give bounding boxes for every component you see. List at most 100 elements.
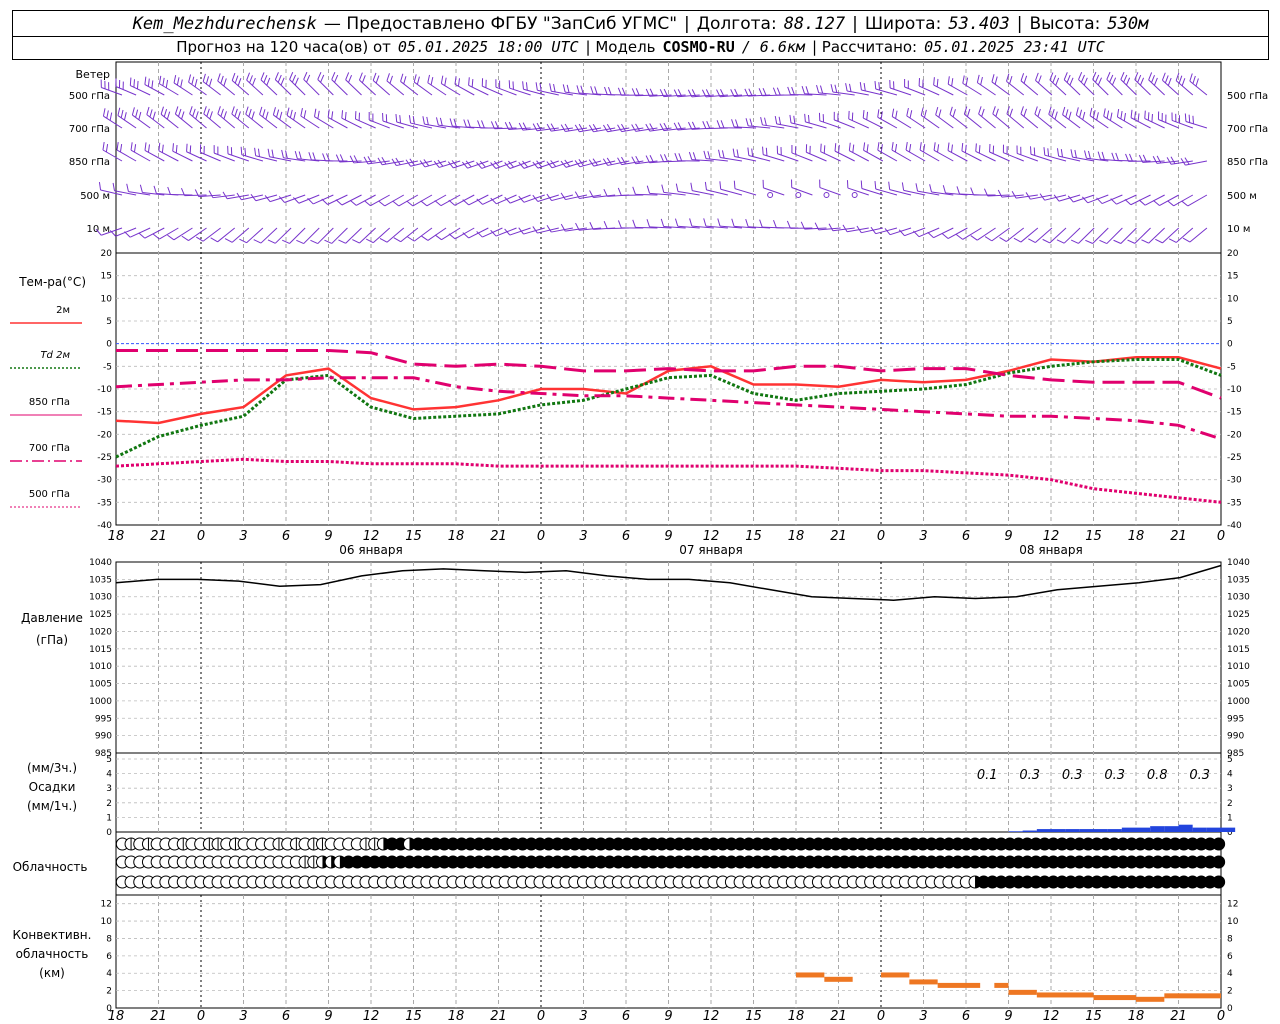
- wind-barb-feather: [400, 73, 404, 82]
- wind-barb-feather: [675, 183, 679, 192]
- wind-barb-feather: [1042, 238, 1051, 244]
- wind-barb-feather: [1099, 239, 1108, 245]
- wind-barb-feather: [263, 74, 268, 83]
- wind-barb-feather: [1181, 200, 1189, 207]
- wind-barb-feather: [603, 221, 608, 229]
- wind-barb-feather: [440, 75, 444, 84]
- wind-barb-feather: [434, 234, 442, 241]
- precip-bar: [1121, 827, 1136, 832]
- pressure-ytick-left: 1010: [89, 662, 112, 672]
- wind-barb-feather: [952, 109, 956, 118]
- pressure-title: Давление: [21, 611, 83, 625]
- wind-barb-shaft: [1062, 114, 1081, 129]
- precip-bar: [1022, 830, 1037, 832]
- wind-barb-feather: [834, 143, 837, 152]
- wind-barb-feather: [272, 107, 276, 116]
- wind-barb-feather: [1113, 239, 1122, 244]
- wind-barb-feather: [1009, 76, 1013, 84]
- hour-tick-mid: 18: [1128, 529, 1145, 544]
- wind-barb-feather: [344, 111, 347, 121]
- wind-barb-feather: [976, 74, 980, 83]
- pressure-ytick-right: 995: [1227, 714, 1244, 724]
- wind-barb-shaft: [202, 227, 221, 242]
- wind-barb-feather: [348, 74, 353, 83]
- wind-barb-feather: [1124, 198, 1132, 206]
- wind-barb-feather: [267, 148, 270, 157]
- pressure-ytick-left: 1025: [89, 610, 112, 620]
- hour-tick-mid: 0: [1217, 529, 1225, 544]
- hour-tick-bottom: 0: [197, 1009, 205, 1024]
- wind-barb-feather: [919, 142, 922, 151]
- wind-barb-feather: [408, 115, 412, 124]
- wind-barb-feather: [819, 85, 824, 94]
- wind-barb-feather: [1106, 110, 1110, 119]
- wind-barb-feather: [217, 73, 221, 82]
- convective-segment: [1008, 989, 1037, 995]
- wind-barb-feather: [590, 86, 594, 95]
- conv-title: облачность: [16, 947, 89, 961]
- wind-barb-feather: [966, 108, 971, 117]
- wind-barb-feather: [866, 111, 869, 120]
- wind-barb-feather: [252, 77, 256, 86]
- wind-barb-feather: [203, 106, 207, 115]
- wind-barb-feather: [306, 74, 311, 83]
- cloud-symbol: [1212, 855, 1226, 869]
- wind-barb-feather: [1037, 108, 1041, 117]
- wind-barb-feather: [532, 226, 538, 234]
- wind-level-label-right: 700 гПа: [1227, 124, 1268, 135]
- wind-barb-feather: [314, 108, 317, 117]
- wind-barb-feather: [158, 75, 162, 84]
- wind-barb-feather: [909, 110, 913, 119]
- wind-barb-feather: [375, 75, 380, 84]
- cloud-symbol: [1212, 837, 1226, 851]
- precip-ytick-left: 0: [106, 828, 112, 838]
- wind-barb-shaft: [763, 187, 785, 196]
- wind-barb-shaft: [175, 113, 193, 129]
- wind-barb-feather: [1168, 238, 1177, 243]
- wind-barb-shaft: [977, 82, 996, 96]
- wind-barb-shaft: [386, 227, 405, 243]
- wind-barb-feather: [1181, 78, 1186, 86]
- wind-barb-feather: [632, 219, 636, 228]
- wind-barb-feather: [144, 76, 147, 85]
- wind-barb-feather: [280, 77, 285, 86]
- conv-ytick-right: 2: [1227, 987, 1233, 997]
- wind-barb-feather: [1035, 72, 1039, 81]
- wind-barb-feather: [237, 111, 241, 120]
- wind-barb-feather: [192, 108, 196, 117]
- temp-ytick-left: -35: [97, 498, 112, 508]
- wind-barb-feather: [748, 88, 753, 97]
- wind-barb-feather: [786, 220, 791, 229]
- wind-barb-feather: [303, 71, 308, 80]
- cloud-symbol: [1212, 875, 1226, 889]
- wind-barb-feather: [532, 194, 539, 202]
- hour-tick-bottom: 15: [1085, 1009, 1102, 1024]
- wind-barb-feather: [1152, 156, 1158, 164]
- wind-barb-feather: [463, 119, 467, 128]
- pressure-ytick-right: 1000: [1227, 697, 1250, 707]
- conv-ytick-left: 2: [106, 987, 112, 997]
- wind-barb-shaft: [1134, 227, 1151, 244]
- wind-barb-feather: [923, 109, 927, 118]
- wind-barb-feather: [317, 71, 322, 80]
- wind-barb-feather: [191, 76, 195, 85]
- wind-barb-feather: [222, 191, 228, 199]
- wind-barb-feather: [308, 152, 312, 161]
- wind-barb-feather: [674, 218, 679, 227]
- wind-barb-feather: [834, 84, 838, 93]
- hour-tick-mid: 9: [1004, 529, 1012, 544]
- wind-barb-feather: [580, 85, 584, 94]
- wind-barb-shaft: [400, 227, 419, 243]
- wind-barb-feather: [546, 123, 552, 132]
- temp-ytick-left: -30: [97, 476, 112, 486]
- wind-barb-shaft: [160, 113, 179, 129]
- wind-barb-feather: [289, 109, 293, 118]
- temp-ytick-left: -15: [97, 408, 112, 418]
- wind-barb-shaft: [217, 80, 236, 96]
- wind-barb-feather: [849, 83, 852, 92]
- wind-barb-feather: [1123, 74, 1128, 83]
- wind-barb-feather: [602, 124, 608, 133]
- wind-barb-feather: [845, 83, 848, 92]
- wind-level-label-right: 10 м: [1227, 224, 1250, 235]
- wind-barb-feather: [1084, 150, 1087, 159]
